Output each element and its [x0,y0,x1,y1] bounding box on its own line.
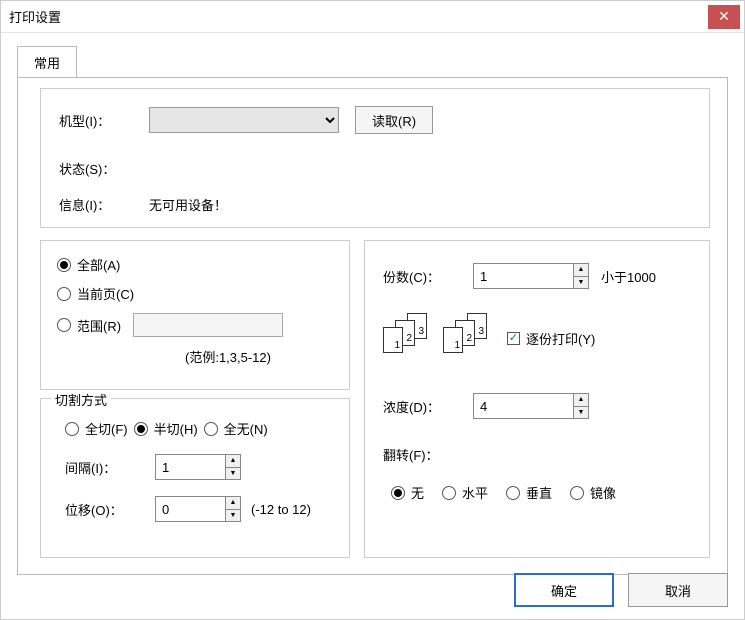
cut-group: 切割方式 全切(F) 半切(H) 全无(N) [40,398,350,558]
collate-checkbox[interactable]: ✓ [507,332,520,345]
cut-half-radio[interactable] [134,422,148,436]
status-label: 状态(S)： [59,159,149,178]
pages-icon: 321 [383,313,431,357]
copies-label: 份数(C)： [383,267,473,286]
offset-label: 位移(O)： [65,500,155,519]
range-hint: (范例:1,3,5-12) [185,347,333,366]
titlebar: 打印设置 ✕ [1,1,744,33]
interval-label: 间隔(I)： [65,458,155,477]
scope-all-radio[interactable] [57,258,71,272]
pages-icon: 321 [443,313,491,357]
flip-none-radio[interactable] [391,486,405,500]
scope-current-label: 当前页(C) [77,284,134,303]
model-select[interactable] [149,107,339,133]
interval-input[interactable] [155,454,225,480]
flip-h-label: 水平 [462,483,488,502]
device-group: 机型(I)： 读取(R) 状态(S)： 信息(I)： 无可用设备！ [40,88,710,228]
info-value: 无可用设备！ [149,195,227,214]
cut-full-label: 全切(F) [85,419,128,438]
content-area: 常用 机型(I)： 读取(R) 状态(S)： 信息(I)： 无可用设备！ [1,33,744,619]
cancel-button[interactable]: 取消 [628,573,728,607]
collate-label: 逐份打印(Y) [526,329,595,348]
flip-v-label: 垂直 [526,483,552,502]
info-label: 信息(I)： [59,195,149,214]
density-spinner[interactable]: ▲▼ [573,393,589,419]
interval-spinner[interactable]: ▲▼ [225,454,241,480]
window-title: 打印设置 [9,7,708,26]
cut-legend: 切割方式 [51,390,111,409]
scope-all-label: 全部(A) [77,255,120,274]
copies-hint: 小于1000 [601,267,656,286]
cut-full-radio[interactable] [65,422,79,436]
tabstrip: 常用 [17,46,728,78]
flip-h-radio[interactable] [442,486,456,500]
copies-spinner[interactable]: ▲▼ [573,263,589,289]
scope-group: 全部(A) 当前页(C) 范围(R) (范例:1,3,5-12) [40,240,350,390]
tab-general[interactable]: 常用 [17,46,77,78]
scope-current-radio[interactable] [57,287,71,301]
density-label: 浓度(D)： [383,397,473,416]
offset-spinner[interactable]: ▲▼ [225,496,241,522]
close-icon: ✕ [718,8,730,25]
right-group: 份数(C)： ▲▼ 小于1000 321 321 [364,240,710,558]
scope-range-radio[interactable] [57,318,71,332]
flip-mirror-radio[interactable] [570,486,584,500]
range-input[interactable] [133,313,283,337]
tab-page: 机型(I)： 读取(R) 状态(S)： 信息(I)： 无可用设备！ 全部(A) [17,77,728,575]
scope-range-label: 范围(R) [77,316,121,335]
print-settings-window: 打印设置 ✕ 常用 机型(I)： 读取(R) 状态(S)： 信息 [0,0,745,620]
collate-icons: 321 321 [383,313,491,357]
ok-button[interactable]: 确定 [514,573,614,607]
offset-input[interactable] [155,496,225,522]
cut-none-label: 全无(N) [224,419,268,438]
flip-none-label: 无 [411,483,424,502]
cut-half-label: 半切(H) [154,419,198,438]
close-button[interactable]: ✕ [708,5,740,29]
density-input[interactable] [473,393,573,419]
flip-mirror-label: 镜像 [590,483,616,502]
flip-label: 翻转(F)： [383,445,473,464]
flip-v-radio[interactable] [506,486,520,500]
dialog-footer: 确定 取消 [514,573,728,607]
cut-none-radio[interactable] [204,422,218,436]
read-button[interactable]: 读取(R) [355,106,433,134]
copies-input[interactable] [473,263,573,289]
offset-hint: (-12 to 12) [251,502,311,517]
model-label: 机型(I)： [59,111,149,130]
